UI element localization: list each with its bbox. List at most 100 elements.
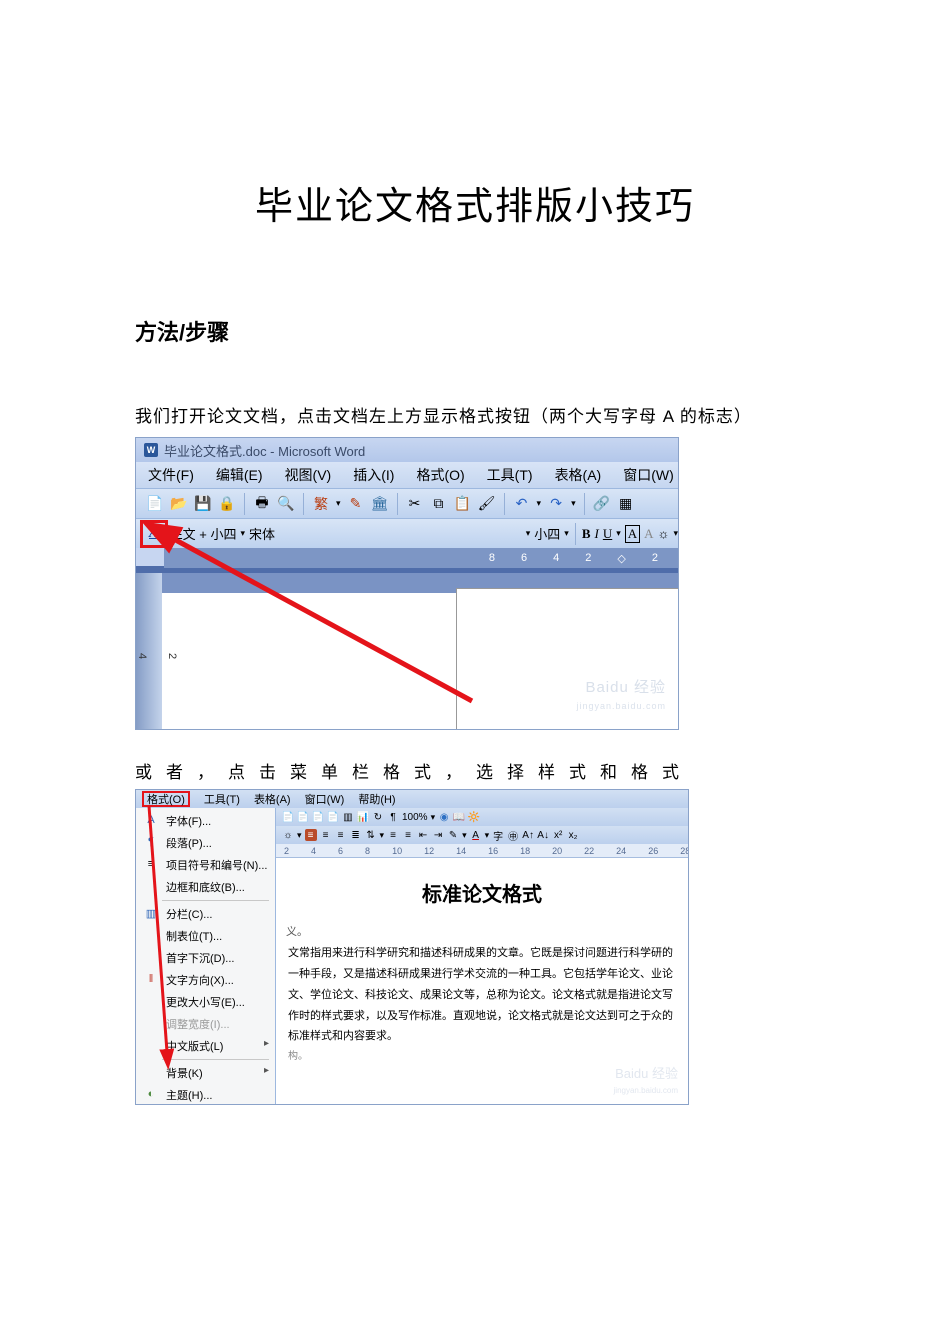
menu-background[interactable]: 背景(K)▸ xyxy=(136,1062,275,1084)
dropdown-icon[interactable]: ▾ xyxy=(336,498,341,509)
outdent-icon[interactable]: ⇤ xyxy=(417,829,429,841)
circled-icon[interactable]: ㊥ xyxy=(507,829,519,841)
menu-edit[interactable]: 编辑(E) xyxy=(216,465,263,485)
refresh-icon[interactable]: ↻ xyxy=(372,811,384,823)
dropdown-icon[interactable]: ▾ xyxy=(241,528,246,539)
menu-paragraph[interactable]: ¶段落(P)... xyxy=(136,832,275,854)
style-name[interactable]: E文 + 小四 xyxy=(174,524,237,543)
styles-format-icon[interactable]: A xyxy=(149,525,159,542)
undo-icon[interactable]: ↶ xyxy=(513,495,531,513)
menu-font[interactable]: A字体(F)... xyxy=(136,810,275,832)
pilcrow-icon[interactable]: ¶ xyxy=(387,811,399,823)
ruler-tick: 26 xyxy=(648,846,658,856)
columns-icon[interactable]: ▥ xyxy=(342,811,354,823)
doc-icon[interactable]: 📄 xyxy=(282,811,294,823)
new-icon[interactable]: 📄 xyxy=(146,495,164,513)
paste-icon[interactable]: 📋 xyxy=(454,495,472,513)
menu-changecase[interactable]: 更改大小写(E)... xyxy=(136,991,275,1013)
menu-insert[interactable]: 插入(I) xyxy=(353,465,394,485)
preview-icon[interactable]: 🔍 xyxy=(277,495,295,513)
highlight-icon[interactable]: ✎ xyxy=(447,829,459,841)
menu-file[interactable]: 文件(F) xyxy=(148,465,194,485)
menu-tabs[interactable]: 制表位(T)... xyxy=(136,925,275,947)
menu-tools[interactable]: 工具(T) xyxy=(204,791,240,807)
menu-fit[interactable]: 调整宽度(I)... xyxy=(136,1013,275,1035)
menu-help[interactable]: 帮助(H) xyxy=(358,791,395,807)
underline-icon[interactable]: U xyxy=(603,526,612,542)
help-icon[interactable]: ◉ xyxy=(438,811,450,823)
dropdown-icon[interactable]: ▾ xyxy=(673,528,678,539)
menu-window[interactable]: 窗口(W) xyxy=(305,791,345,807)
menu-format[interactable]: 格式(O) xyxy=(416,465,464,485)
align-right-icon[interactable]: ≡ xyxy=(335,829,347,841)
char-fit-icon[interactable]: ☼ xyxy=(282,829,294,841)
menu-asian[interactable]: 中文版式(L)▸ xyxy=(136,1035,275,1057)
menu-tools[interactable]: 工具(T) xyxy=(487,465,533,485)
chart-icon[interactable]: 📊 xyxy=(357,811,369,823)
menu-table[interactable]: 表格(A) xyxy=(254,791,291,807)
columns-icon: ▥ xyxy=(144,906,158,920)
tables-borders-icon[interactable]: ▦ xyxy=(617,495,635,513)
bold-icon[interactable]: B xyxy=(582,526,591,542)
word-toolbar-formatting: A E文 + 小四 ▾ 宋体 ▾ 小四 ▾ B I U ▾ A A ☼ ▾ xyxy=(136,518,678,548)
copy-icon[interactable]: ⧉ xyxy=(430,495,448,513)
margin-marker-icon[interactable]: ◇ xyxy=(617,552,625,565)
subs-icon[interactable]: x₂ xyxy=(567,829,579,841)
dropdown-icon[interactable]: ▾ xyxy=(485,830,490,841)
char-shading-icon[interactable]: A xyxy=(644,526,653,542)
doc-icon[interactable]: 📄 xyxy=(297,811,309,823)
dropdown-icon[interactable]: ▾ xyxy=(462,830,467,841)
dropdown-icon[interactable]: ▾ xyxy=(564,528,569,539)
dropdown-icon[interactable]: ▾ xyxy=(297,830,302,841)
indent-icon[interactable]: ⇥ xyxy=(432,829,444,841)
menu-borders[interactable]: 边框和底纹(B)... xyxy=(136,876,275,898)
sup-icon[interactable]: A↑ xyxy=(522,829,534,841)
menu-view[interactable]: 视图(V) xyxy=(285,465,332,485)
bullet-list-icon[interactable]: ≡ xyxy=(402,829,414,841)
doc-icon[interactable]: 📄 xyxy=(312,811,324,823)
read-icon[interactable]: 📖 xyxy=(453,811,465,823)
linespacing-icon[interactable]: ⇅ xyxy=(365,829,377,841)
char-fit-icon[interactable]: ☼ xyxy=(658,526,670,541)
dropdown-icon[interactable]: ▾ xyxy=(380,830,385,841)
dropdown-icon[interactable]: ▾ xyxy=(537,498,542,509)
format-painter-icon[interactable]: 🖌 xyxy=(478,495,496,513)
super-icon[interactable]: x² xyxy=(552,829,564,841)
redo-icon[interactable]: ↷ xyxy=(547,495,565,513)
italic-icon[interactable]: I xyxy=(595,526,599,542)
traditional-icon[interactable]: 繁 xyxy=(312,495,330,513)
cut-icon[interactable]: ✂ xyxy=(406,495,424,513)
font-size[interactable]: 小四 xyxy=(534,524,560,543)
menu-table[interactable]: 表格(A) xyxy=(555,465,602,485)
research-icon[interactable]: 🏛 xyxy=(371,495,389,513)
open-icon[interactable]: 📂 xyxy=(170,495,188,513)
align-left-icon[interactable]: ≡ xyxy=(305,829,317,841)
dropdown-icon[interactable]: ▾ xyxy=(431,812,436,823)
dropdown-icon[interactable]: ▾ xyxy=(616,528,621,539)
font-name[interactable]: 宋体 xyxy=(249,524,275,543)
menu-bullets[interactable]: ≡项目符号和编号(N)... xyxy=(136,854,275,876)
hyperlink-icon[interactable]: 🔗 xyxy=(593,495,611,513)
menu-columns[interactable]: ▥分栏(C)... xyxy=(136,903,275,925)
font-color-icon[interactable]: A xyxy=(470,829,482,841)
char-border-icon[interactable]: 字 xyxy=(492,829,504,841)
menu-dropcap[interactable]: 首字下沉(D)... xyxy=(136,947,275,969)
dropdown-icon[interactable]: ▾ xyxy=(571,498,576,509)
justify-icon[interactable]: ≣ xyxy=(350,829,362,841)
doc-icon[interactable]: 📄 xyxy=(327,811,339,823)
menu-textdir[interactable]: ‖文字方向(X)... xyxy=(136,969,275,991)
spelling-icon[interactable]: ✎ xyxy=(347,495,365,513)
menu-window[interactable]: 窗口(W) xyxy=(623,465,674,485)
num-list-icon[interactable]: ≡ xyxy=(387,829,399,841)
align-center-icon[interactable]: ≡ xyxy=(320,829,332,841)
menu-format[interactable]: 格式(O) xyxy=(147,791,185,807)
menu-theme[interactable]: ◐主题(H)... xyxy=(136,1084,275,1105)
palette-icon[interactable]: 🔆 xyxy=(468,811,480,823)
save-icon[interactable]: 💾 xyxy=(194,495,212,513)
zoom-level[interactable]: 100% xyxy=(402,812,428,823)
print-icon[interactable]: 🖶 xyxy=(253,495,271,513)
permission-icon[interactable]: 🔒 xyxy=(218,495,236,513)
sub-icon[interactable]: A↓ xyxy=(537,829,549,841)
dropdown-icon[interactable]: ▾ xyxy=(526,528,531,539)
border-text-icon[interactable]: A xyxy=(625,525,640,543)
